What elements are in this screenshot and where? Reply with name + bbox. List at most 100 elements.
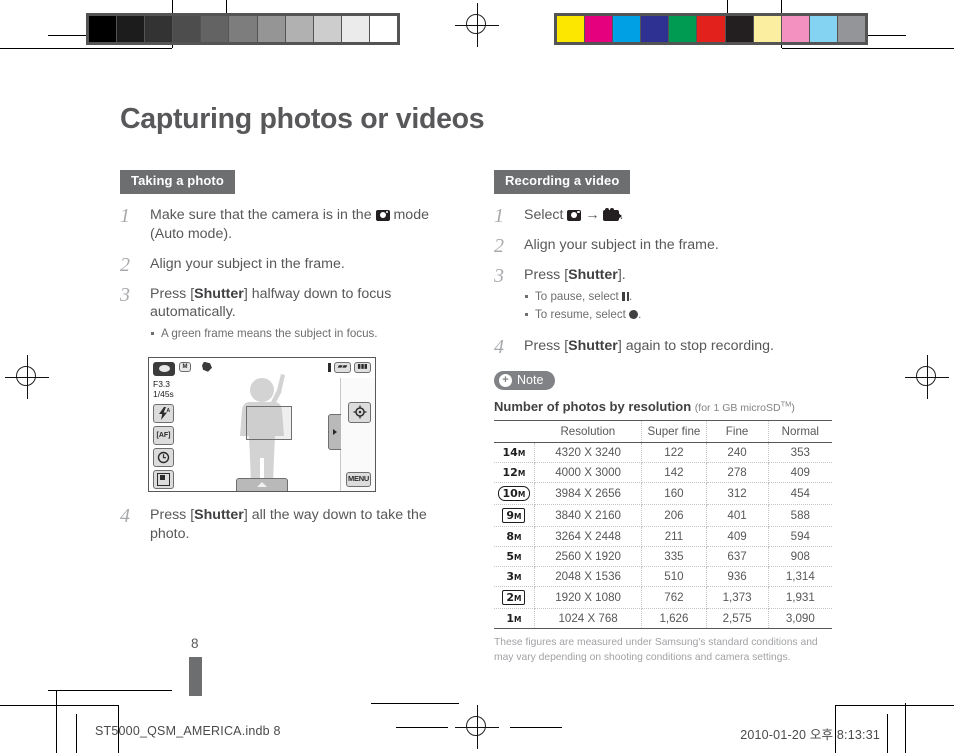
cell-normal: 588 [768, 504, 832, 528]
calibration-swatch [725, 16, 754, 42]
table-row: 14M 4320 X 3240 122 240 353 [494, 442, 832, 464]
calibration-swatch [585, 16, 614, 42]
subnote-item: A green frame means the subject in focus… [150, 325, 465, 342]
cell-fine: 409 [706, 526, 769, 548]
resolution-size-icon: 10M [494, 482, 535, 506]
step-item: 2 Align your subject in the frame. [494, 235, 839, 257]
calibration-swatch [117, 16, 146, 42]
resolution-size-icon: 2M [494, 586, 535, 610]
battery-icon: ▮▮▮ [354, 361, 371, 373]
steps-list-taking-a-photo-cont: 4 Press [Shutter] all the way down to ta… [120, 505, 465, 544]
registration-mark-top [455, 3, 499, 47]
cell-fine: 240 [706, 442, 769, 464]
cell-resolution: 1024 X 768 [534, 608, 643, 630]
memory-card-icon: ▰▰ [334, 361, 351, 373]
calibration-swatch [837, 16, 866, 42]
note-badge: + Note [494, 371, 556, 391]
page-edge-marker [189, 657, 202, 696]
cell-fine: 1,373 [706, 586, 769, 610]
footer-dash-left [396, 727, 448, 728]
calibration-swatch [781, 16, 810, 42]
step-text-before: Press [ [150, 506, 195, 523]
step-item: 4 Press [Shutter] all the way down to ta… [120, 505, 465, 544]
step-key-label: Shutter [568, 338, 618, 355]
cell-fine: 637 [706, 546, 769, 568]
cell-normal: 594 [768, 526, 832, 548]
registration-mark-right [905, 355, 949, 399]
cell-normal: 1,314 [768, 566, 832, 588]
calibration-swatch [89, 16, 118, 42]
table-caption-sub-text: (for 1 GB microSD [694, 402, 781, 415]
lcd-bottom-expand-tab[interactable] [236, 477, 288, 491]
table-header-fine: Fine [706, 420, 769, 444]
cell-normal: 353 [768, 442, 832, 464]
step-item: 1 Select → . [494, 205, 839, 227]
pause-icon [622, 289, 630, 306]
autofocus-frame [246, 405, 292, 440]
step-key-label: Shutter [568, 266, 618, 283]
camcorder-icon [603, 207, 623, 221]
resolution-size-icon: 5M [494, 546, 535, 568]
step-text-before: Select [524, 206, 568, 223]
flash-auto-icon[interactable]: A [153, 403, 174, 423]
cell-super-fine: 211 [641, 526, 707, 548]
focus-af-icon[interactable]: [AF] [153, 425, 174, 445]
cell-super-fine: 1,626 [641, 608, 707, 630]
table-row: 1M 1024 X 768 1,626 2,575 3,090 [494, 608, 832, 630]
table-caption-sub: (for 1 GB microSDTM) [694, 399, 795, 415]
cell-fine: 278 [706, 462, 769, 484]
table-caption-tm: TM [780, 399, 792, 409]
lcd-side-expand-tab[interactable] [328, 413, 341, 450]
color-calibration-strip [554, 13, 868, 45]
table-caption-main: Number of photos by resolution [494, 399, 692, 415]
cell-resolution: 3264 X 2448 [534, 526, 643, 548]
timer-off-icon[interactable] [153, 447, 174, 467]
step-item: 3 Press [Shutter]. To pause, select . To… [494, 265, 839, 324]
cell-normal: 3,090 [768, 608, 832, 630]
calibration-swatch [557, 16, 586, 42]
calibration-swatch [753, 16, 782, 42]
cell-resolution: 1920 X 1080 [534, 586, 643, 610]
calibration-swatch [257, 16, 286, 42]
table-caption: Number of photos by resolution (for 1 GB… [494, 399, 839, 414]
image-adjust-icon[interactable] [153, 469, 174, 489]
table-caption-sub-end: ) [791, 402, 795, 415]
cell-fine: 401 [706, 504, 769, 528]
resolution-table-body: 14M 4320 X 3240 122 240 353 12M 4000 X 3000 142… [494, 442, 832, 630]
subnote-list: To pause, select . To resume, select . [524, 288, 839, 324]
step-number: 1 [120, 204, 130, 227]
step-key-label: Shutter [194, 285, 244, 302]
menu-button[interactable]: MENU [346, 471, 371, 487]
step-text-before: Press [ [524, 338, 569, 355]
table-header-normal: Normal [768, 420, 832, 444]
subnote-item: To pause, select . [524, 288, 839, 306]
auto-mode-icon[interactable] [153, 361, 175, 376]
svg-text:A: A [166, 408, 170, 414]
step-item: 4 Press [Shutter] again to stop recordin… [494, 336, 839, 358]
calibration-swatch [809, 16, 838, 42]
chevron-up-icon [257, 482, 267, 488]
table-row: 8M 3264 X 2448 211 409 594 [494, 526, 832, 548]
cell-super-fine: 122 [641, 442, 707, 464]
step-number: 2 [494, 234, 504, 257]
step-number: 3 [120, 283, 130, 306]
cell-super-fine: 335 [641, 546, 707, 568]
record-icon [629, 309, 639, 319]
page-number: 8 [191, 636, 199, 651]
settings-icon[interactable] [348, 401, 371, 423]
plus-circle-icon: + [499, 373, 512, 387]
resolution-size-icon: 1M [494, 608, 535, 630]
calibration-swatch [669, 16, 698, 42]
resolution-size-icon: 12M [494, 462, 535, 484]
calibration-swatch [201, 16, 230, 42]
step-number: 4 [494, 336, 504, 359]
cell-resolution: 2560 X 1920 [534, 546, 643, 568]
cell-resolution: 4320 X 3240 [534, 442, 643, 464]
camera-icon [567, 209, 582, 221]
calibration-swatch [369, 16, 398, 42]
subnote-text-before: To pause, select [535, 289, 623, 303]
calibration-swatch [285, 16, 314, 42]
cell-fine: 2,575 [706, 608, 769, 630]
calibration-swatch [697, 16, 726, 42]
registration-mark-left [5, 355, 49, 399]
